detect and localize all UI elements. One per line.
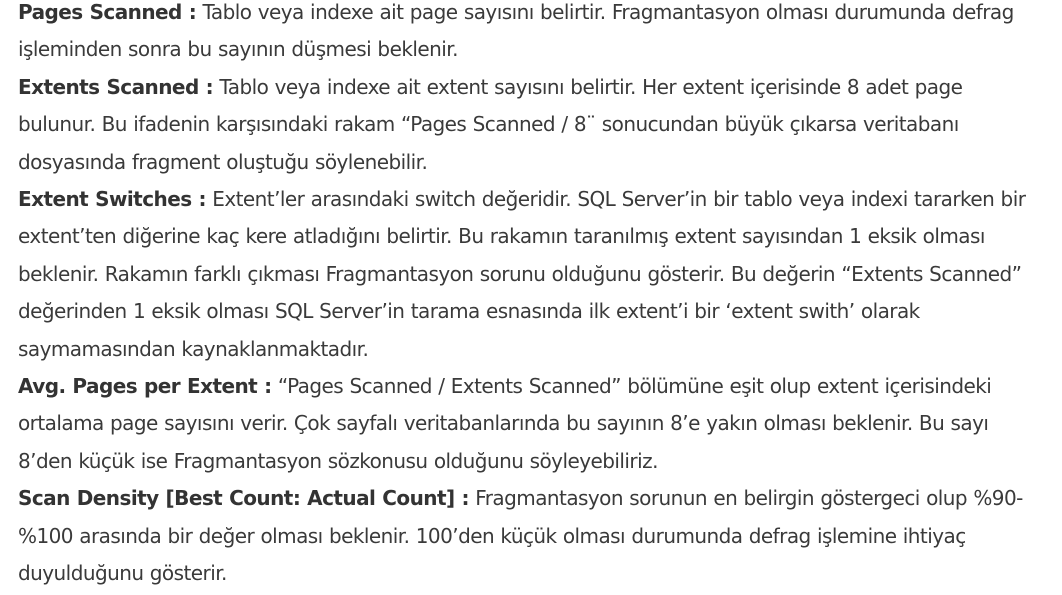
- definition-term: Pages Scanned :: [18, 0, 197, 24]
- definition-term: Avg. Pages per Extent :: [18, 374, 272, 399]
- definition-pages-scanned: Pages Scanned : Tablo veya indexe ait pa…: [18, 0, 1028, 69]
- article-body: Pages Scanned : Tablo veya indexe ait pa…: [0, 0, 1062, 589]
- definition-extent-switches: Extent Switches : Extent’ler arasındaki …: [18, 181, 1028, 368]
- definition-scan-density: Scan Density [Best Count: Actual Count] …: [18, 480, 1028, 592]
- definition-avg-pages-per-extent: Avg. Pages per Extent : “Pages Scanned /…: [18, 368, 1028, 480]
- definition-extents-scanned: Extents Scanned : Tablo veya indexe ait …: [18, 69, 1028, 181]
- definition-term: Extents Scanned :: [18, 74, 214, 99]
- definition-term: Extent Switches :: [18, 187, 206, 212]
- definition-text: Extent’ler arasındaki switch değeridir. …: [18, 187, 1026, 361]
- definition-term: Scan Density [Best Count: Actual Count] …: [18, 486, 469, 511]
